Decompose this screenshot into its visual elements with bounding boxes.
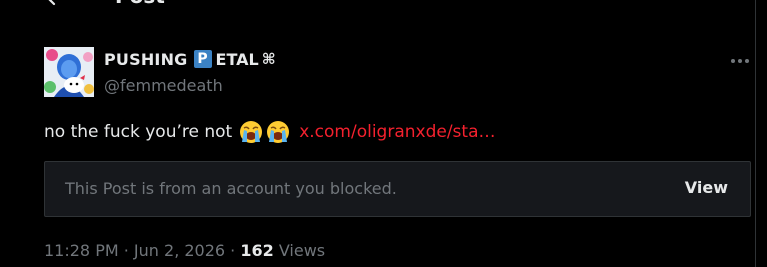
- meta-separator: ·: [118, 241, 134, 260]
- user-handle[interactable]: @femmedeath: [104, 76, 223, 95]
- display-name[interactable]: PUSHING: [104, 50, 188, 69]
- more-options-icon[interactable]: [730, 58, 750, 64]
- views-count[interactable]: 162: [240, 241, 273, 260]
- top-header: Post: [0, 0, 756, 14]
- tweet-link[interactable]: x.com/oligranxde/sta…: [299, 122, 495, 142]
- display-name-rest[interactable]: ETAL: [216, 50, 259, 69]
- tweet-meta: 11:28 PM · Jun 2, 2026 · 162 Views: [44, 241, 325, 260]
- back-arrow-icon[interactable]: [45, 0, 67, 6]
- view-button[interactable]: View: [685, 178, 728, 197]
- post-time[interactable]: 11:28 PM: [44, 241, 119, 260]
- loudly-crying-face-icon: [240, 121, 263, 143]
- command-symbol-icon: ⌘: [261, 50, 276, 68]
- author-name-row[interactable]: PUSHING P ETAL ⌘: [104, 48, 276, 70]
- page-title: Post: [115, 0, 165, 8]
- views-label: Views: [273, 241, 326, 260]
- blocked-notice: This Post is from an account you blocked…: [65, 179, 397, 198]
- column-divider: [755, 0, 756, 267]
- post-date[interactable]: Jun 2, 2026: [134, 241, 225, 260]
- tweet-text: no the fuck you’re not x.com/oligranxde/…: [44, 120, 496, 144]
- avatar-image: [44, 47, 94, 97]
- meta-separator: ·: [225, 241, 241, 260]
- p-badge-icon: P: [193, 50, 212, 68]
- tweet-body: no the fuck you’re not: [44, 122, 233, 142]
- blocked-quote-card: This Post is from an account you blocked…: [44, 161, 751, 217]
- loudly-crying-face-icon: [267, 121, 290, 143]
- avatar[interactable]: [44, 47, 94, 97]
